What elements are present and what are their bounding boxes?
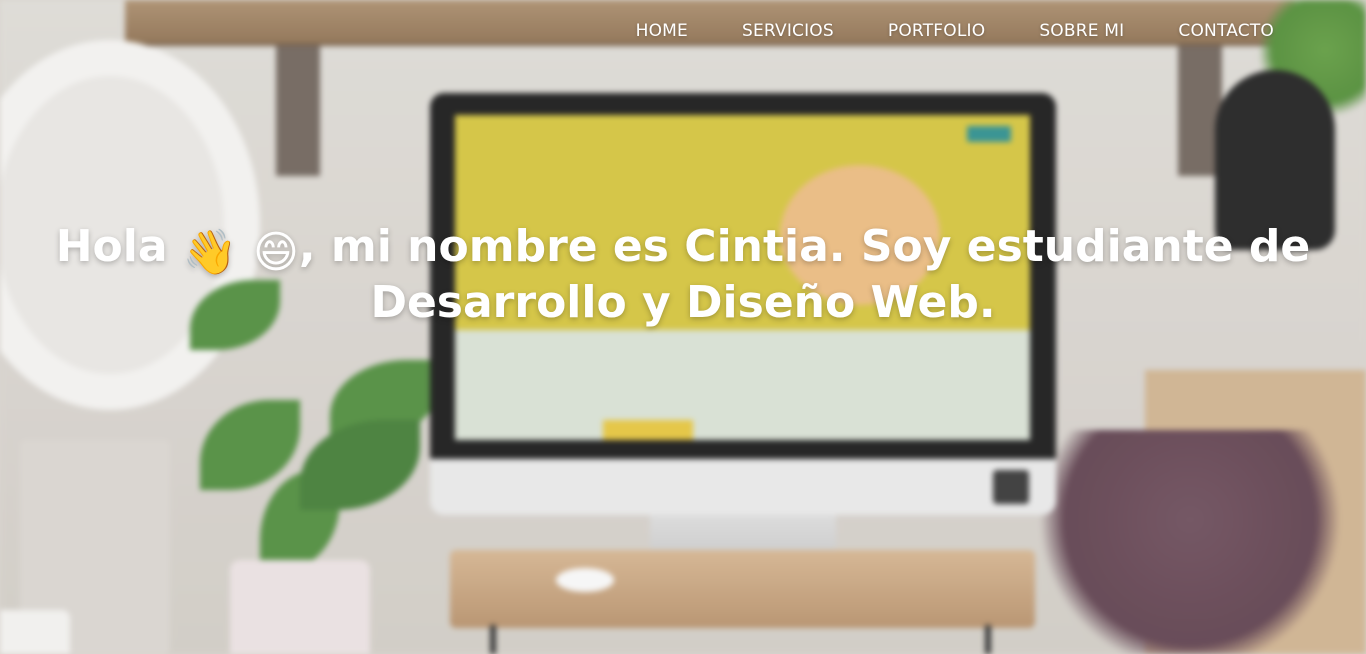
nav-link-home[interactable]: HOME [636, 21, 688, 41]
hero-greeting: Hola [55, 221, 168, 272]
nav-link-contacto[interactable]: CONTACTO [1178, 21, 1274, 41]
hero-heading: Hola 👋 😄, mi nombre es Cintia. Soy estud… [40, 222, 1326, 328]
hero-intro-text: , mi nombre es Cintia. Soy estudiante de… [298, 221, 1311, 328]
main-navigation: HOME SERVICIOS PORTFOLIO SOBRE MI CONTAC… [636, 21, 1274, 41]
nav-link-portfolio[interactable]: PORTFOLIO [888, 21, 985, 41]
nav-link-servicios[interactable]: SERVICIOS [742, 21, 834, 41]
nav-link-sobre-mi[interactable]: SOBRE MI [1039, 21, 1124, 41]
grinning-face-icon: 😄 [253, 227, 299, 278]
waving-hand-icon: 👋 [182, 227, 238, 278]
